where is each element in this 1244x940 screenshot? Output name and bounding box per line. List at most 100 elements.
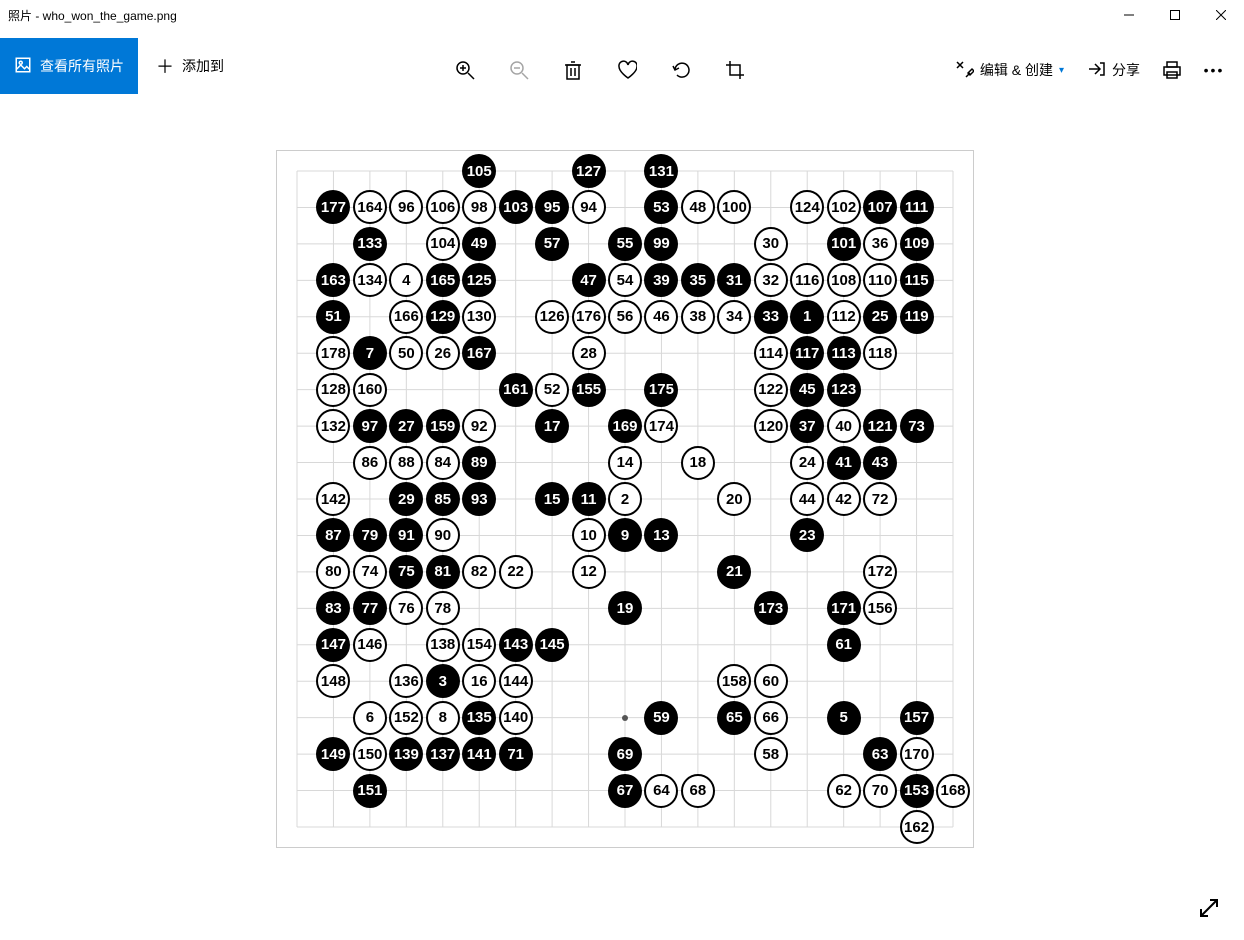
chevron-down-icon: ▾ (1059, 65, 1064, 76)
stone-152: 152 (389, 701, 423, 735)
stone-137: 137 (426, 737, 460, 771)
stone-154: 154 (462, 628, 496, 662)
stone-63: 63 (863, 737, 897, 771)
stone-2: 2 (608, 482, 642, 516)
stone-113: 113 (827, 336, 861, 370)
share-icon (1086, 60, 1106, 81)
stone-86: 86 (353, 446, 387, 480)
edit-create-label: 编辑 & 创建 (980, 60, 1053, 80)
stone-93: 93 (462, 482, 496, 516)
stone-10: 10 (572, 518, 606, 552)
stone-26: 26 (426, 336, 460, 370)
stone-42: 42 (827, 482, 861, 516)
zoom-in-icon[interactable] (455, 60, 475, 80)
stone-69: 69 (608, 737, 642, 771)
close-button[interactable] (1198, 0, 1244, 30)
stone-58: 58 (754, 737, 788, 771)
expand-icon[interactable] (1198, 897, 1220, 924)
stone-121: 121 (863, 409, 897, 443)
zoom-out-icon[interactable] (509, 60, 529, 80)
stone-65: 65 (717, 701, 751, 735)
stone-146: 146 (353, 628, 387, 662)
stone-88: 88 (389, 446, 423, 480)
stone-12: 12 (572, 555, 606, 589)
stone-143: 143 (499, 628, 533, 662)
stone-123: 123 (827, 373, 861, 407)
titlebar: 照片 - who_won_the_game.png (0, 0, 1244, 30)
stone-112: 112 (827, 300, 861, 334)
stone-61: 61 (827, 628, 861, 662)
stone-25: 25 (863, 300, 897, 334)
favorite-icon[interactable] (617, 60, 637, 80)
stone-109: 109 (900, 227, 934, 261)
stone-51: 51 (316, 300, 350, 334)
delete-icon[interactable] (563, 60, 583, 80)
stone-44: 44 (790, 482, 824, 516)
stone-176: 176 (572, 300, 606, 334)
stone-135: 135 (462, 701, 496, 735)
stone-108: 108 (827, 263, 861, 297)
stone-28: 28 (572, 336, 606, 370)
more-icon[interactable]: ••• (1204, 60, 1224, 80)
stone-40: 40 (827, 409, 861, 443)
stone-155: 155 (572, 373, 606, 407)
stone-78: 78 (426, 591, 460, 625)
stone-165: 165 (426, 263, 460, 297)
plus-icon: ＋ (156, 53, 174, 79)
edit-create-button[interactable]: 编辑 & 创建 ▾ (954, 59, 1064, 82)
share-label: 分享 (1112, 60, 1140, 80)
stone-168: 168 (936, 774, 970, 808)
stone-104: 104 (426, 227, 460, 261)
view-all-photos-button[interactable]: 查看所有照片 (0, 38, 138, 94)
stone-159: 159 (426, 409, 460, 443)
add-to-button[interactable]: ＋ 添加到 (156, 53, 224, 79)
stone-11: 11 (572, 482, 606, 516)
maximize-button[interactable] (1152, 0, 1198, 30)
stone-38: 38 (681, 300, 715, 334)
stone-7: 7 (353, 336, 387, 370)
stone-173: 173 (754, 591, 788, 625)
rotate-icon[interactable] (671, 60, 691, 80)
stone-8: 8 (426, 701, 460, 735)
stone-175: 175 (644, 373, 678, 407)
stone-22: 22 (499, 555, 533, 589)
stone-133: 133 (353, 227, 387, 261)
stone-46: 46 (644, 300, 678, 334)
stone-41: 41 (827, 446, 861, 480)
stone-52: 52 (535, 373, 569, 407)
stone-153: 153 (900, 774, 934, 808)
stone-49: 49 (462, 227, 496, 261)
stone-77: 77 (353, 591, 387, 625)
stone-30: 30 (754, 227, 788, 261)
stone-36: 36 (863, 227, 897, 261)
stone-5: 5 (827, 701, 861, 735)
view-all-label: 查看所有照片 (40, 56, 124, 76)
stone-85: 85 (426, 482, 460, 516)
stone-119: 119 (900, 300, 934, 334)
stone-90: 90 (426, 518, 460, 552)
image-icon (14, 56, 32, 77)
stone-101: 101 (827, 227, 861, 261)
stone-75: 75 (389, 555, 423, 589)
stone-43: 43 (863, 446, 897, 480)
stone-60: 60 (754, 664, 788, 698)
stone-144: 144 (499, 664, 533, 698)
stone-129: 129 (426, 300, 460, 334)
stone-72: 72 (863, 482, 897, 516)
print-icon[interactable] (1162, 60, 1182, 80)
stone-111: 111 (900, 190, 934, 224)
stone-59: 59 (644, 701, 678, 735)
stone-3: 3 (426, 664, 460, 698)
crop-icon[interactable] (725, 60, 745, 80)
stone-89: 89 (462, 446, 496, 480)
stone-150: 150 (353, 737, 387, 771)
stone-47: 47 (572, 263, 606, 297)
edit-icon (954, 59, 974, 82)
stone-147: 147 (316, 628, 350, 662)
stone-160: 160 (353, 373, 387, 407)
stone-122: 122 (754, 373, 788, 407)
share-button[interactable]: 分享 (1086, 60, 1140, 81)
minimize-button[interactable] (1106, 0, 1152, 30)
go-board: 1051271311771649610698103959453481001241… (276, 150, 974, 848)
stone-45: 45 (790, 373, 824, 407)
